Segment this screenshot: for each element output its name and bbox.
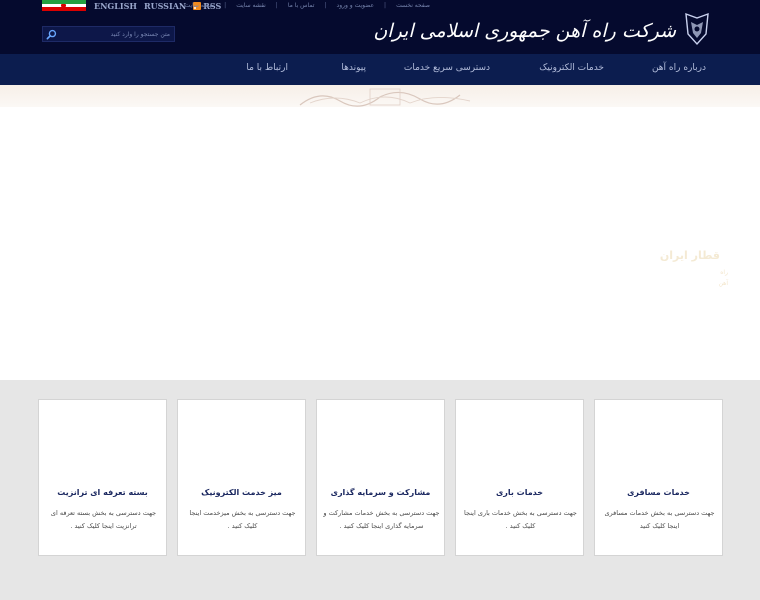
card-passenger-services[interactable]: خدمات مسافری جهت دسترسی به بخش خدمات مسا… <box>594 399 723 556</box>
banner-title: قطار ایران <box>659 249 720 262</box>
card-title[interactable]: مشارکت و سرمایه گذاری <box>317 488 444 497</box>
iran-flag-icon[interactable] <box>42 0 86 12</box>
search-box <box>42 26 175 42</box>
banner-subtitle-1: راه <box>720 269 728 276</box>
site-logo-text[interactable]: شرکت راه آهن جمهوری اسلامی ایران <box>373 20 676 42</box>
banner-subtitle-2: آهن <box>718 280 728 287</box>
search-icon[interactable] <box>46 29 57 40</box>
top-link-sitemap-2[interactable]: نقشه سایت <box>185 2 215 9</box>
card-title[interactable]: بسته تعرفه ای ترانزیت <box>39 488 166 497</box>
card-description: جهت دسترسی به بخش خدمات مسافری اینجا کلی… <box>604 509 715 530</box>
card-description: جهت دسترسی به بخش میزخدمت اینجا کلیک کنی… <box>189 509 296 530</box>
card-description: جهت دسترسی به بخش خدمات مشارکت و سرمایه … <box>323 509 440 530</box>
card-title[interactable]: میز خدمت الکترونیک <box>178 488 305 497</box>
top-link-home[interactable]: صفحه نخست <box>396 2 430 9</box>
top-link-contact[interactable]: تماس با ما <box>288 2 315 9</box>
card-transit-tariff[interactable]: بسته تعرفه ای ترانزیت جهت دسترسی به بخش … <box>38 399 167 556</box>
nav-about[interactable]: درباره راه آهن <box>652 63 706 73</box>
nav-quick-access[interactable]: دسترسی سریع خدمات <box>404 63 490 73</box>
site-header: ENGLISH RUSSIAN RSS صفحه نخست | عضویت و … <box>0 0 760 54</box>
search-input[interactable] <box>58 29 170 40</box>
railway-emblem-icon[interactable] <box>684 12 710 46</box>
service-cards: خدمات مسافری جهت دسترسی به بخش خدمات مسا… <box>38 399 723 556</box>
card-title[interactable]: خدمات مسافری <box>595 488 722 497</box>
nav-e-services[interactable]: خدمات الکترونیک <box>539 63 604 73</box>
nav-contact[interactable]: ارتباط با ما <box>246 63 288 73</box>
top-link-login[interactable]: عضویت و ورود <box>337 2 375 9</box>
nav-links[interactable]: پیوندها <box>341 63 366 73</box>
main-nav: درباره راه آهن خدمات الکترونیک دسترسی سر… <box>0 54 760 85</box>
lang-russian-link[interactable]: RUSSIAN <box>144 1 186 11</box>
calligraphy-art-icon <box>299 88 471 107</box>
top-link-sitemap[interactable]: نقشه سایت <box>236 2 266 9</box>
card-description: جهت دسترسی به بخش بسته تعرفه ای ترانزیت … <box>50 509 157 530</box>
top-links: صفحه نخست | عضویت و ورود | تماس با ما | … <box>184 2 430 9</box>
card-description: جهت دسترسی به بخش خدمات باری اینجا کلیک … <box>464 509 577 530</box>
card-investment[interactable]: مشارکت و سرمایه گذاری جهت دسترسی به بخش … <box>316 399 445 556</box>
card-e-service-desk[interactable]: میز خدمت الکترونیک جهت دسترسی به بخش میز… <box>177 399 306 556</box>
hero-banner: قطار ایران راه آهن <box>0 85 760 380</box>
card-title[interactable]: خدمات باری <box>456 488 583 497</box>
lang-english-link[interactable]: ENGLISH <box>94 1 137 11</box>
card-freight-services[interactable]: خدمات باری جهت دسترسی به بخش خدمات باری … <box>455 399 584 556</box>
